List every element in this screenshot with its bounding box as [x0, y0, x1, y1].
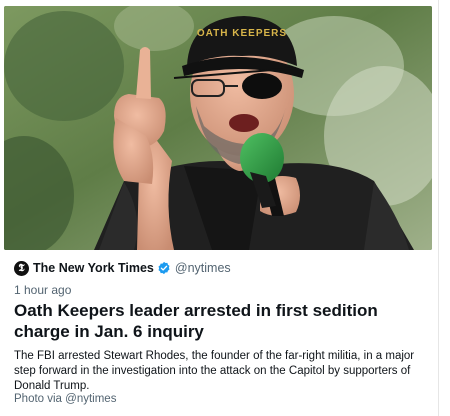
nyt-logo-icon: 𝕿 [14, 260, 29, 276]
summary: The FBI arrested Stewart Rhodes, the fou… [14, 350, 415, 392]
cap-text: OATH KEEPERS [197, 28, 287, 39]
card-border [438, 0, 439, 416]
headline[interactable]: Oath Keepers leader arrested in first se… [14, 300, 424, 342]
photo-credit: Photo via @nytimes [14, 393, 117, 405]
source-handle[interactable]: @nytimes [175, 261, 231, 275]
verified-badge-icon [157, 261, 171, 275]
source-row[interactable]: 𝕿 The New York Times @nytimes [14, 259, 231, 277]
news-card[interactable]: OATH KEEPERS 𝕿 The New York Times @nytim… [0, 0, 450, 416]
source-name[interactable]: The New York Times [33, 261, 154, 275]
timestamp: 1 hour ago [14, 283, 72, 297]
photo-illustration: OATH KEEPERS [4, 6, 432, 250]
news-photo[interactable]: OATH KEEPERS [4, 6, 432, 250]
